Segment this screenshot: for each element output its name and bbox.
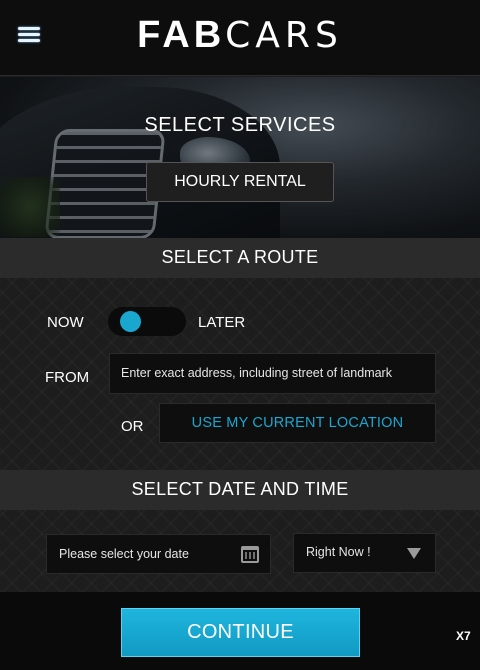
chevron-down-icon[interactable]: [407, 548, 421, 559]
route-section-header: SELECT A ROUTE: [0, 238, 480, 286]
select-services-title: SELECT SERVICES: [144, 114, 336, 136]
or-label: OR: [121, 418, 144, 435]
hourly-rental-button[interactable]: HOURLY RENTAL: [146, 162, 334, 202]
now-label: NOW: [47, 314, 84, 331]
datetime-section-header: SELECT DATE AND TIME: [0, 470, 480, 518]
logo-light-text: CARS: [225, 15, 343, 56]
footer-bar: CONTINUE X7: [0, 592, 480, 670]
later-label: LATER: [198, 314, 246, 331]
time-select-value: Right Now !: [306, 545, 371, 559]
date-placeholder: Please select your date: [59, 547, 189, 561]
app-header: FABCARS: [0, 0, 480, 76]
from-label: FROM: [45, 369, 90, 386]
datetime-section-title: SELECT DATE AND TIME: [131, 479, 349, 499]
app-logo: FABCARS: [0, 14, 480, 57]
route-section-title: SELECT A ROUTE: [161, 247, 319, 267]
from-address-input[interactable]: Enter exact address, including street of…: [109, 353, 436, 394]
hero-overlay: [0, 77, 480, 238]
corner-badge: X7: [456, 629, 471, 643]
toggle-knob[interactable]: [120, 311, 141, 332]
time-select[interactable]: Right Now !: [293, 533, 436, 573]
continue-button[interactable]: CONTINUE: [121, 608, 360, 657]
calendar-icon[interactable]: [241, 546, 259, 563]
use-current-location-button[interactable]: USE MY CURRENT LOCATION: [159, 403, 436, 443]
now-later-toggle[interactable]: [108, 307, 186, 336]
date-input[interactable]: Please select your date: [46, 534, 271, 574]
hero-banner: SELECT SERVICES HOURLY RENTAL: [0, 77, 480, 238]
logo-bold-text: FAB: [137, 14, 226, 56]
